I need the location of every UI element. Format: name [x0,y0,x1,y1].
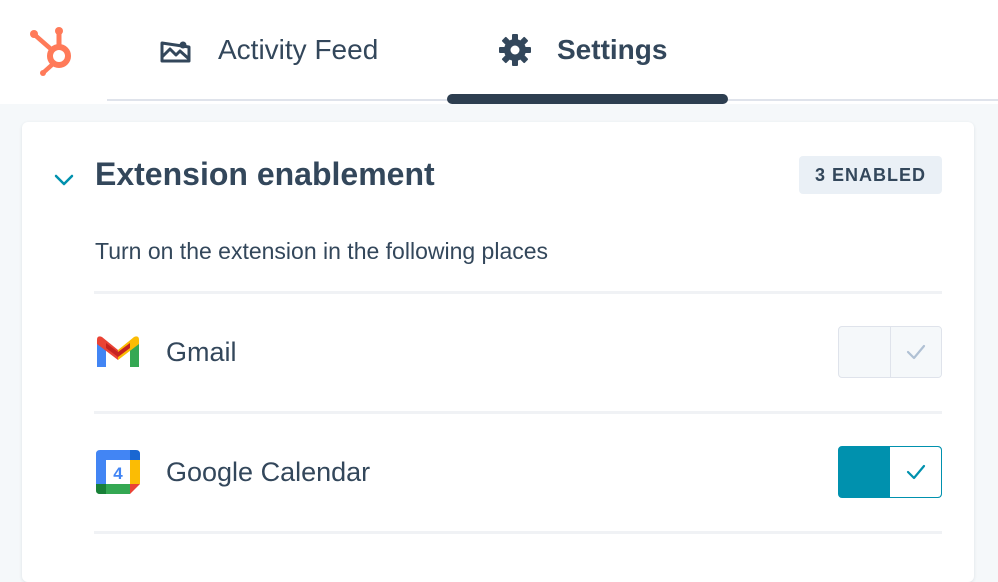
gmail-toggle[interactable] [838,326,942,378]
tab-label: Settings [557,34,668,65]
list-item-gmail: Gmail [94,294,942,410]
active-tab-indicator [447,94,728,104]
calendar-day-number: 4 [113,464,123,483]
tab-settings[interactable]: Settings [497,26,667,74]
chevron-down-icon[interactable] [52,168,76,192]
hubspot-logo-icon[interactable] [26,20,78,76]
place-label: Google Calendar [166,456,371,487]
section-description: Turn on the extension in the following p… [95,238,549,264]
list-item-google-calendar: 4 Google Calendar [94,414,942,530]
gear-icon [497,32,533,68]
toggle-knob [890,327,941,377]
tab-label: Activity Feed [218,34,379,65]
google-calendar-toggle[interactable] [838,446,942,498]
top-navigation: Activity Feed Settings [0,0,998,104]
extension-enablement-card: Extension enablement 3 ENABLED Turn on t… [22,122,974,582]
section-title: Extension enablement [95,156,435,192]
divider [94,531,942,534]
check-icon [906,464,925,480]
gmail-icon [94,328,142,376]
check-icon [906,344,926,360]
tab-activity-feed[interactable]: Activity Feed [158,26,378,74]
toggle-knob [890,447,941,497]
enabled-count-badge: 3 ENABLED [798,156,942,194]
activity-feed-icon [158,32,194,68]
google-calendar-icon: 4 [94,448,142,496]
section-header[interactable]: Extension enablement 3 ENABLED [22,122,974,230]
place-label: Gmail [166,336,237,367]
